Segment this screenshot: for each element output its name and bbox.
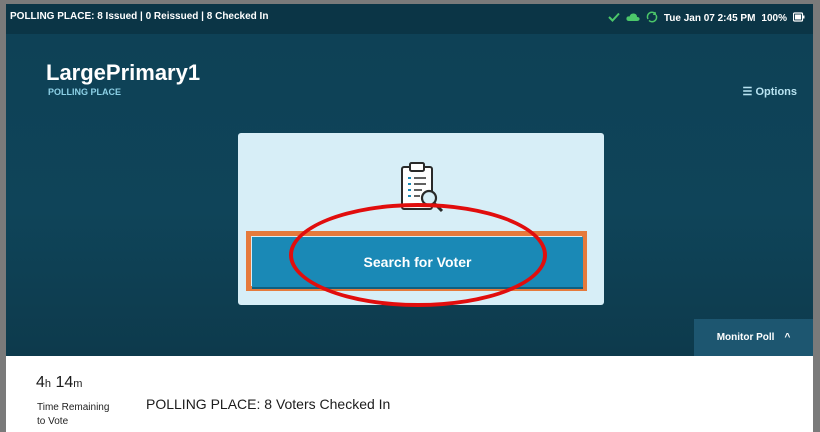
check-icon bbox=[608, 12, 620, 25]
time-remaining-value: 4h 14m bbox=[36, 374, 82, 392]
battery-icon bbox=[792, 12, 805, 25]
options-menu-button[interactable]: ☰ Options bbox=[743, 85, 797, 98]
page-title: LargePrimary1 bbox=[46, 60, 201, 85]
annotation-oval bbox=[289, 203, 547, 307]
sync-icon bbox=[646, 11, 658, 26]
app-window: POLLING PLACE: 8 Issued | 0 Reissued | 8… bbox=[6, 4, 813, 432]
minutes-unit: m bbox=[73, 378, 83, 390]
status-panel: 4h 14m Time Remaining to Vote POLLING PL… bbox=[6, 356, 813, 432]
main-area: LargePrimary1 POLLING PLACE ☰ Options Se… bbox=[6, 34, 813, 356]
search-card: Search for Voter bbox=[238, 133, 604, 307]
page-subtitle: POLLING PLACE bbox=[48, 87, 122, 97]
hours-value: 4 bbox=[36, 374, 45, 391]
battery-percent: 100% bbox=[761, 13, 787, 24]
chevron-up-icon: ^ bbox=[784, 332, 791, 343]
status-summary: POLLING PLACE: 8 Issued | 0 Reissued | 8… bbox=[10, 11, 269, 22]
monitor-poll-label: Monitor Poll bbox=[716, 332, 775, 343]
time-remaining-label: Time Remaining to Vote bbox=[37, 402, 110, 427]
datetime: Tue Jan 07 2:45 PM bbox=[663, 13, 756, 24]
checked-in-summary: POLLING PLACE: 8 Voters Checked In bbox=[146, 396, 391, 412]
minutes-value: 14 bbox=[55, 374, 74, 391]
status-bar: POLLING PLACE: 8 Issued | 0 Reissued | 8… bbox=[6, 4, 813, 34]
status-indicators: Tue Jan 07 2:45 PM 100% bbox=[608, 11, 805, 26]
monitor-poll-button[interactable]: Monitor Poll ^ bbox=[694, 319, 813, 356]
cloud-icon bbox=[626, 12, 640, 25]
hours-unit: h bbox=[44, 378, 52, 390]
